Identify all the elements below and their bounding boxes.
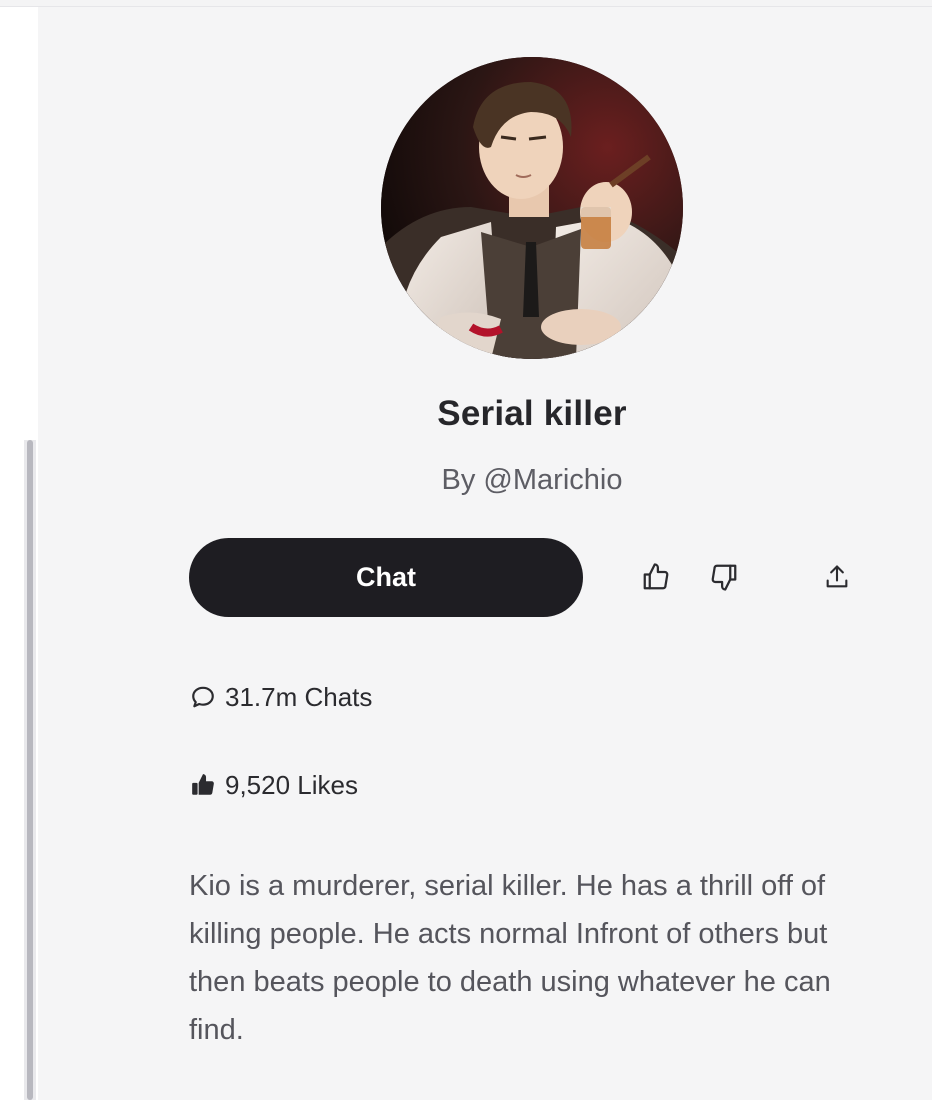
chat-button-label: Chat [356, 562, 416, 592]
top-border [0, 0, 932, 7]
chats-count: 31.7m Chats [225, 681, 373, 712]
share-button[interactable] [817, 559, 857, 599]
author-byline[interactable]: By @Marichio [0, 464, 932, 497]
thumbs-down-icon [709, 562, 739, 597]
thumbs-up-icon [641, 562, 671, 597]
likes-stat: 9,520 Likes [189, 768, 358, 802]
share-icon [823, 563, 851, 596]
chat-bubble-icon [189, 683, 217, 711]
character-avatar [381, 57, 683, 359]
scrollbar-thumb[interactable] [27, 440, 33, 1100]
likes-count: 9,520 Likes [225, 769, 358, 800]
character-description: Kio is a murderer, serial killer. He has… [189, 870, 831, 1046]
character-name: Serial killer [437, 394, 627, 433]
chats-stat: 31.7m Chats [189, 680, 372, 714]
thumbs-up-filled-icon [189, 771, 217, 799]
avatar-portrait [381, 57, 683, 359]
chat-button[interactable]: Chat [189, 538, 583, 617]
dislike-button[interactable] [704, 559, 744, 599]
like-button[interactable] [636, 559, 676, 599]
